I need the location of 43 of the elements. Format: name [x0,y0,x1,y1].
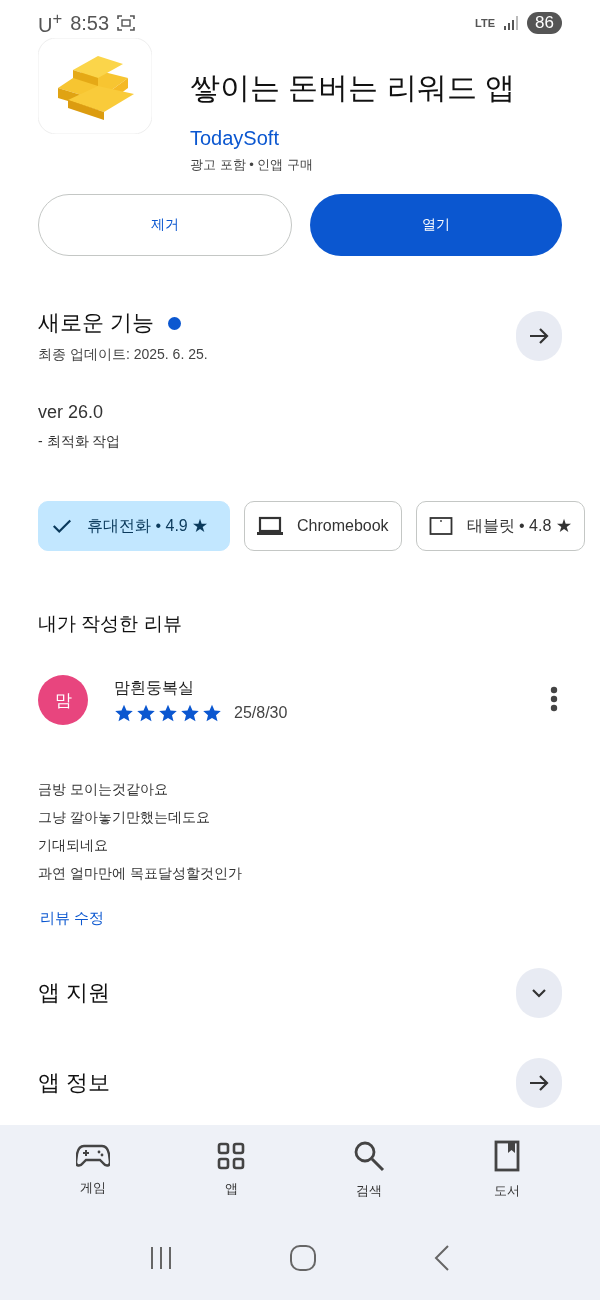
review-date: 25/8/30 [234,703,288,722]
review-text: 그냥 깔아놓기만했는데도요 [38,808,211,827]
clock: 8:53 [70,11,110,35]
tablet-icon [428,515,453,537]
book-icon [494,1140,520,1172]
nav-tab[interactable]: 앱 [191,1142,271,1198]
open-button[interactable]: 열기 [310,194,562,256]
grid-icon [217,1142,245,1170]
search-icon [353,1140,385,1172]
arrow-button[interactable] [516,311,562,361]
review-text: 과연 얼마만에 목표달성할것인가 [38,864,243,883]
laptop-icon [257,515,283,537]
app-icon [38,38,152,134]
section-title: 내가 작성한 리뷰 [37,612,183,636]
nav-tab[interactable]: 검색 [329,1140,409,1200]
arrow-button[interactable] [516,1058,562,1108]
update-date: 최종 업데이트: 2025. 6. 25. [38,346,208,364]
device-chip[interactable]: 휴대전화 • 4.9 ★ [38,501,230,551]
review-text: 기대되네요 [38,836,109,855]
device-chip[interactable]: Chromebook [244,501,402,551]
signal-icon [503,15,520,31]
developer-link[interactable]: TodaySoft [190,127,515,150]
version-label: ver 26.0 [37,401,105,423]
screenshot-icon [117,15,136,31]
app-title: 쌓이는 돈버는 리워드 앱 [190,70,515,106]
app-notes: 광고 포함 • 인앱 구매 [190,156,314,174]
network-label: LTE [475,17,496,29]
review-text: 금방 모이는것같아요 [38,780,169,799]
reviewer-name: 맘흰둥복실 [114,677,195,698]
release-notes: - 최적화 작업 [37,432,122,451]
carrier-label: U$^{+}$ [38,9,63,37]
battery-indicator: 86 [527,12,562,34]
device-chip[interactable]: 태블릿 • 4.8 ★ [415,501,585,551]
edit-review-link[interactable]: 리뷰 수정 [0,887,105,928]
section-title: 새로운 기능 [38,309,155,337]
avatar: 맘 [38,675,88,725]
nav-tab[interactable]: 도서 [467,1140,547,1200]
gamepad-icon [76,1143,110,1169]
section-title: 앱 정보 [38,1069,111,1097]
section-title: 앱 지원 [38,979,111,1007]
nav-tab[interactable]: 게임 [53,1143,133,1197]
uninstall-button[interactable]: 제거 [38,194,292,256]
home-icon[interactable] [289,1243,317,1272]
